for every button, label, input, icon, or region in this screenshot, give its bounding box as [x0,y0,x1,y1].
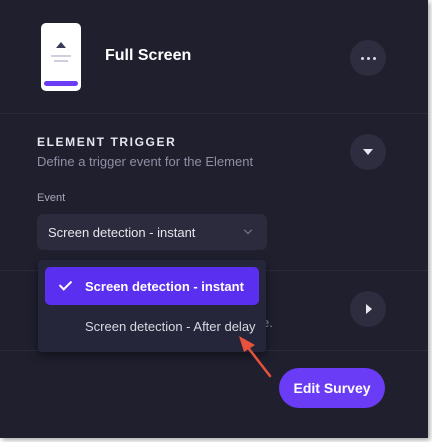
annotation-arrow-icon [239,336,272,378]
side-panel: Full Screen ELEMENT TRIGGER Define a tri… [0,0,428,438]
